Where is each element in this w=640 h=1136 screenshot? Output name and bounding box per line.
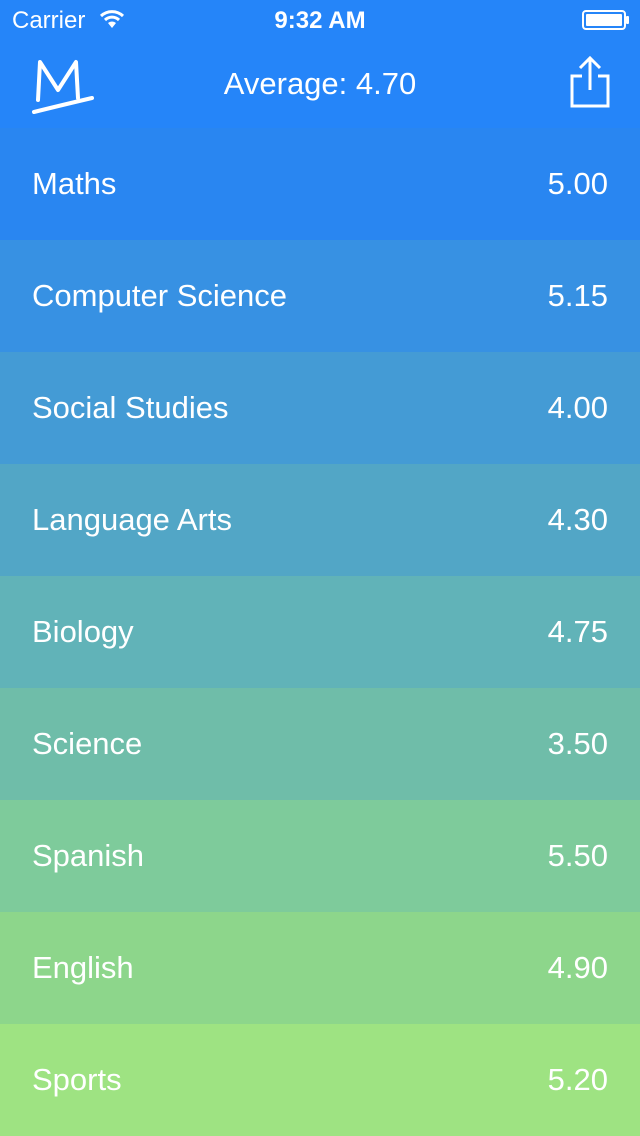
- battery-icon: [582, 10, 629, 30]
- subject-row[interactable]: Sports 5.20: [0, 1024, 640, 1136]
- subject-grade: 4.30: [547, 502, 608, 537]
- subject-name: Social Studies: [32, 390, 229, 425]
- subject-name: Biology: [32, 614, 134, 649]
- subject-list: Maths 5.00 Computer Science 5.15 Social …: [0, 128, 640, 1136]
- subject-row[interactable]: Maths 5.00: [0, 128, 640, 240]
- status-time: 9:32 AM: [274, 7, 366, 34]
- share-icon[interactable]: [568, 54, 612, 110]
- subject-row[interactable]: Spanish 5.50: [0, 800, 640, 912]
- subject-row[interactable]: Computer Science 5.15: [0, 240, 640, 352]
- subject-grade: 4.00: [547, 390, 608, 425]
- average-label: Average: 4.70: [223, 66, 417, 101]
- subject-grade: 5.00: [547, 166, 608, 201]
- subject-row[interactable]: English 4.90: [0, 912, 640, 1024]
- subject-name: Sports: [32, 1062, 122, 1097]
- subject-grade: 4.90: [547, 950, 608, 985]
- subject-name: Language Arts: [32, 502, 232, 537]
- subject-row[interactable]: Social Studies 4.00: [0, 352, 640, 464]
- subject-name: English: [32, 950, 134, 985]
- subject-name: Maths: [32, 166, 117, 201]
- subject-grade: 5.50: [547, 838, 608, 873]
- subject-name: Spanish: [32, 838, 145, 873]
- subject-grade: 3.50: [547, 726, 608, 761]
- subject-grade: 5.15: [547, 278, 608, 313]
- subject-grade: 5.20: [547, 1062, 608, 1097]
- header: Carrier 9:32 AM Average: 4.70: [0, 0, 640, 128]
- subject-row[interactable]: Biology 4.75: [0, 576, 640, 688]
- subject-name: Science: [32, 726, 143, 761]
- subject-row[interactable]: Science 3.50: [0, 688, 640, 800]
- nav-bar: Average: 4.70: [0, 40, 640, 128]
- subject-grade: 4.75: [547, 614, 608, 649]
- subject-name: Computer Science: [32, 278, 288, 313]
- status-bar: Carrier 9:32 AM: [0, 0, 640, 40]
- subject-row[interactable]: Language Arts 4.30: [0, 464, 640, 576]
